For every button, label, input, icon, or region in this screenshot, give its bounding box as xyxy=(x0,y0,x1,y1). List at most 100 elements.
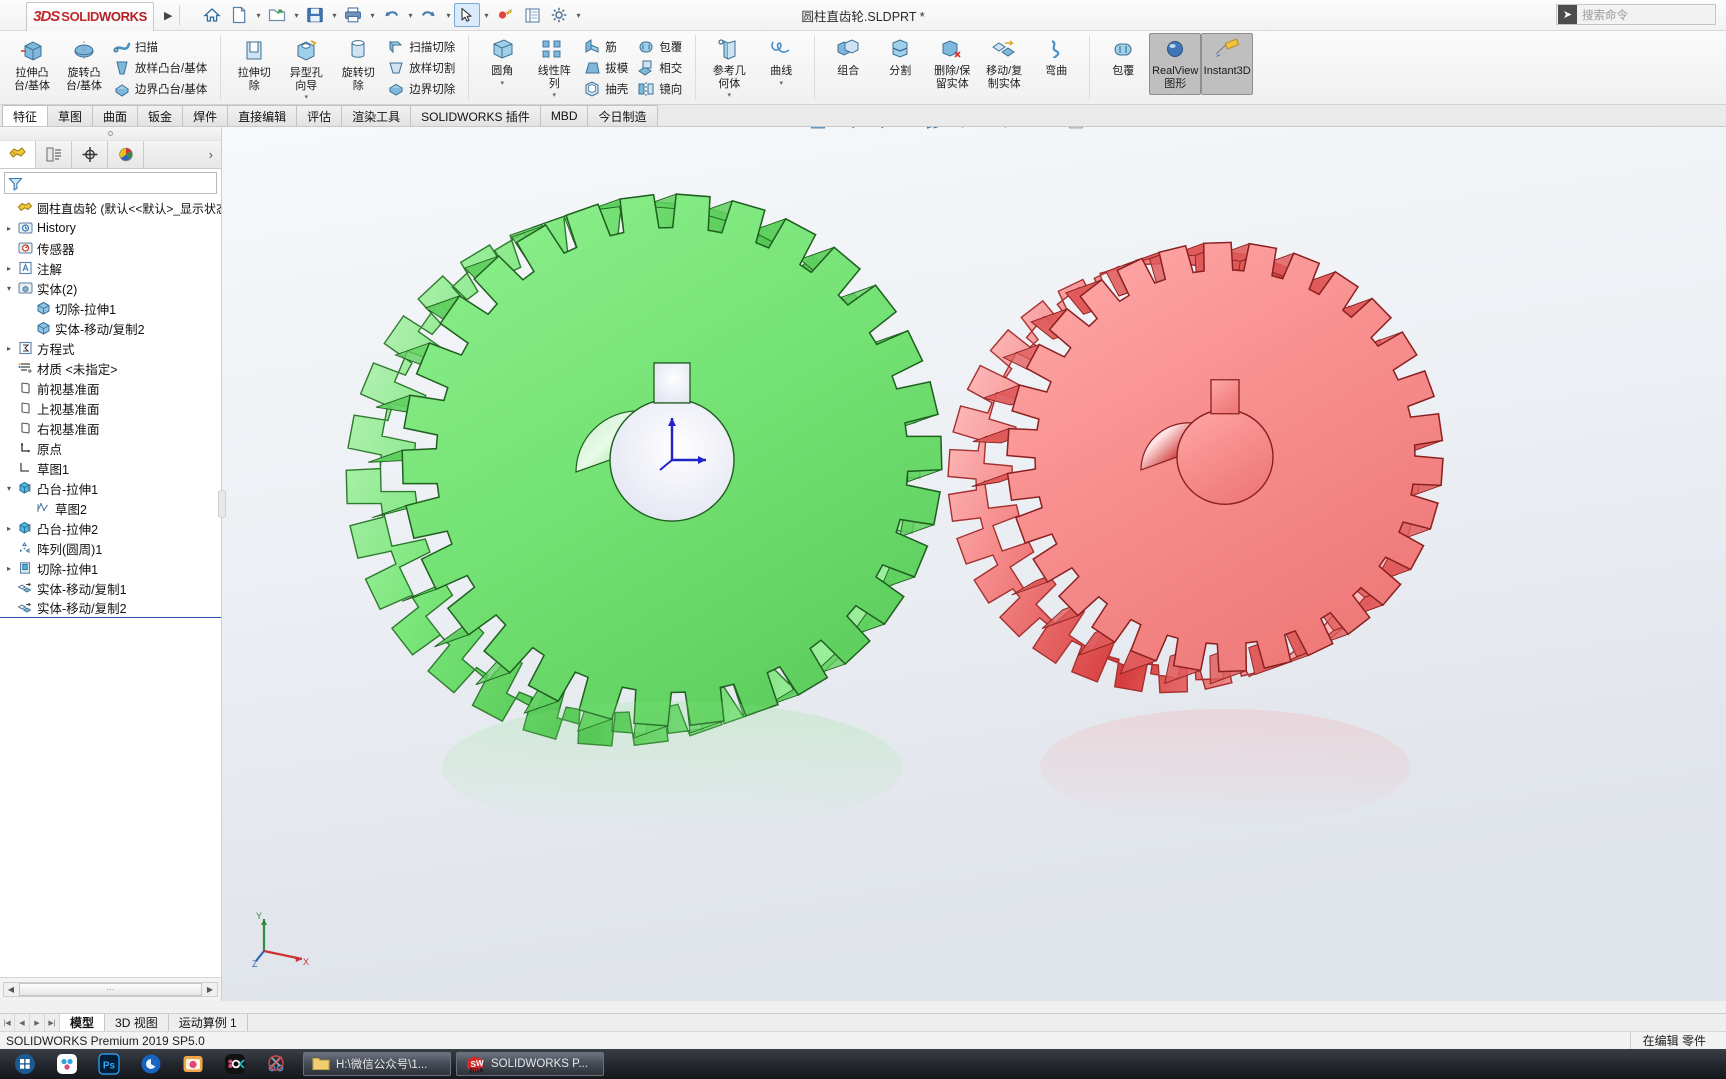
view-orientation-icon[interactable] xyxy=(922,127,946,131)
tree-item-sketch1[interactable]: 草图1 xyxy=(0,458,221,478)
feature-filter-bar[interactable] xyxy=(4,172,217,194)
home-icon[interactable] xyxy=(199,3,225,27)
tree-item-cut-extrude1[interactable]: ▸ 切除-拉伸1 xyxy=(0,558,221,578)
sweep-cut-button[interactable]: 扫描切除 xyxy=(384,36,461,57)
tree-item-material[interactable]: 材质 <未指定> xyxy=(0,358,221,378)
tree-item-equations[interactable]: ▸ 方程式 xyxy=(0,338,221,358)
chrome-like-icon[interactable] xyxy=(130,1049,172,1079)
tree-item-move-copy2[interactable]: 实体-移动/复制2 xyxy=(0,598,221,618)
tree-item-annotations[interactable]: ▸ 注解 xyxy=(0,258,221,278)
file-properties-icon[interactable] xyxy=(519,3,545,27)
display-manager-tab[interactable] xyxy=(108,141,144,168)
sweep-button[interactable]: 扫描 xyxy=(110,36,213,57)
new-document-icon[interactable] xyxy=(226,3,252,27)
expander[interactable]: ▸ xyxy=(2,344,16,353)
expander[interactable]: ▸ xyxy=(2,564,16,573)
bottom-tab-motion-study[interactable]: 运动算例 1 xyxy=(168,1014,248,1031)
print-icon[interactable] xyxy=(340,3,366,27)
graphics-area[interactable]: ▾ ▾ ▾ ▾ Y X Z xyxy=(222,127,1726,1001)
tab-evaluate[interactable]: 评估 xyxy=(296,105,343,126)
extrude-cut-button[interactable]: 拉伸切除 xyxy=(228,33,280,95)
expander[interactable]: ▾ xyxy=(2,284,16,293)
nav-next-icon[interactable]: ▶ xyxy=(30,1014,45,1031)
tab-surfaces[interactable]: 曲面 xyxy=(92,105,139,126)
horizontal-scrollbar[interactable]: ◀ ⋯ ▶ xyxy=(3,982,218,997)
property-manager-tab[interactable] xyxy=(36,141,72,168)
feature-filter-input[interactable] xyxy=(23,176,216,190)
tree-item-body-cut-extrude1[interactable]: 切除-拉伸1 xyxy=(0,298,221,318)
save-caret[interactable]: ▾ xyxy=(329,11,339,20)
tree-item-boss-extrude1[interactable]: ▾ 凸台-拉伸1 xyxy=(0,478,221,498)
options-gear-icon[interactable] xyxy=(546,3,572,27)
curves-button[interactable]: 曲线 ▾ xyxy=(755,33,807,95)
panel-splitter[interactable] xyxy=(218,490,226,518)
tree-item-right-plane[interactable]: 右视基准面 xyxy=(0,418,221,438)
ok-app-icon[interactable] xyxy=(214,1049,256,1079)
tab-sketch[interactable]: 草图 xyxy=(47,105,94,126)
draft-button[interactable]: 拔模 xyxy=(580,57,634,78)
print-caret[interactable]: ▾ xyxy=(367,11,377,20)
combine-button[interactable]: 组合 xyxy=(822,33,874,95)
wrap-button[interactable]: 包覆 xyxy=(634,36,688,57)
tree-item-solid-bodies[interactable]: ▾ 实体(2) xyxy=(0,278,221,298)
rebuild-icon[interactable] xyxy=(492,3,518,27)
previous-view-icon[interactable] xyxy=(864,127,888,131)
save-icon[interactable] xyxy=(302,3,328,27)
tree-item-body-move-copy2[interactable]: 实体-移动/复制2 xyxy=(0,318,221,338)
windows-start-icon[interactable] xyxy=(4,1049,46,1079)
tab-solidworks-addins[interactable]: SOLIDWORKS 插件 xyxy=(410,105,541,126)
tree-item-circular-pattern1[interactable]: 阵列(圆周)1 xyxy=(0,538,221,558)
intersect-button[interactable]: 相交 xyxy=(634,57,688,78)
undo-icon[interactable] xyxy=(378,3,404,27)
flex-button[interactable]: 弯曲 xyxy=(1030,33,1082,95)
tree-item-boss-extrude2[interactable]: ▸ 凸台-拉伸2 xyxy=(0,518,221,538)
tree-item-top-plane[interactable]: 上视基准面 xyxy=(0,398,221,418)
wrap2-button[interactable]: 包覆 xyxy=(1097,33,1149,95)
expander[interactable]: ▸ xyxy=(2,224,16,233)
hole-wizard-button[interactable]: 异型孔 向导 ▾ xyxy=(280,33,332,102)
redo-caret[interactable]: ▾ xyxy=(443,11,453,20)
menu-expand-caret[interactable]: ▶ xyxy=(164,9,172,22)
nav-last-icon[interactable]: ▶| xyxy=(45,1014,60,1031)
expander[interactable]: ▸ xyxy=(2,524,16,533)
baidu-netdisk-icon[interactable] xyxy=(46,1049,88,1079)
linear-pattern-button[interactable]: 线性阵列 ▾ xyxy=(528,33,580,100)
revolve-boss-button[interactable]: 旋转凸 台/基体 xyxy=(58,33,110,95)
rib-button[interactable]: 筋 xyxy=(580,36,634,57)
tab-features[interactable]: 特征 xyxy=(2,105,49,126)
loft-cut-button[interactable]: 放样切割 xyxy=(384,57,461,78)
tree-item-history[interactable]: ▸ History xyxy=(0,218,221,238)
nav-prev-icon[interactable]: ◀ xyxy=(15,1014,30,1031)
solidworks-task[interactable]: S W 2019 SOLIDWORKS P... xyxy=(456,1052,604,1076)
redo-icon[interactable] xyxy=(416,3,442,27)
bottom-tab-3dviews[interactable]: 3D 视图 xyxy=(105,1014,169,1031)
zoom-to-area-icon[interactable] xyxy=(835,127,859,131)
select-cursor-icon[interactable] xyxy=(454,3,481,27)
revolve-cut-button[interactable]: 旋转切除 xyxy=(332,33,384,95)
instant3d-button[interactable]: Instant3D xyxy=(1201,33,1254,95)
realview-graphics-button[interactable]: RealView 图形 xyxy=(1149,33,1202,95)
open-document-icon[interactable] xyxy=(264,3,290,27)
fillet-button[interactable]: 圆角 ▾ xyxy=(476,33,528,95)
tab-mbd[interactable]: MBD xyxy=(539,105,589,126)
nav-first-icon[interactable]: |◀ xyxy=(0,1014,15,1031)
loft-boss-button[interactable]: 放样凸台/基体 xyxy=(110,57,213,78)
hole-wizard-caret[interactable]: ▾ xyxy=(304,93,308,101)
apply-scene-icon[interactable] xyxy=(1064,127,1088,131)
select-caret[interactable]: ▾ xyxy=(481,11,491,20)
scroll-right-arrow-icon[interactable]: ▶ xyxy=(203,985,217,994)
view-settings-icon[interactable] xyxy=(1106,127,1130,131)
tree-item-sensors[interactable]: 传感器 xyxy=(0,238,221,258)
search-commands-box[interactable]: ➤ 搜索命令 xyxy=(1556,4,1716,25)
undo-caret[interactable]: ▾ xyxy=(405,11,415,20)
tab-direct-editing[interactable]: 直接编辑 xyxy=(227,105,298,126)
tab-render-tools[interactable]: 渲染工具 xyxy=(341,105,412,126)
photo-viewer-icon[interactable] xyxy=(172,1049,214,1079)
edit-appearance-icon[interactable] xyxy=(1035,127,1059,131)
section-view-icon[interactable] xyxy=(893,127,917,131)
extrude-boss-button[interactable]: 拉伸凸 台/基体 xyxy=(6,33,58,95)
fillet-caret[interactable]: ▾ xyxy=(500,79,504,87)
panel-drag-handle[interactable] xyxy=(0,127,221,141)
curves-caret[interactable]: ▾ xyxy=(779,79,783,87)
gear-model-viewport[interactable] xyxy=(222,127,1726,1001)
